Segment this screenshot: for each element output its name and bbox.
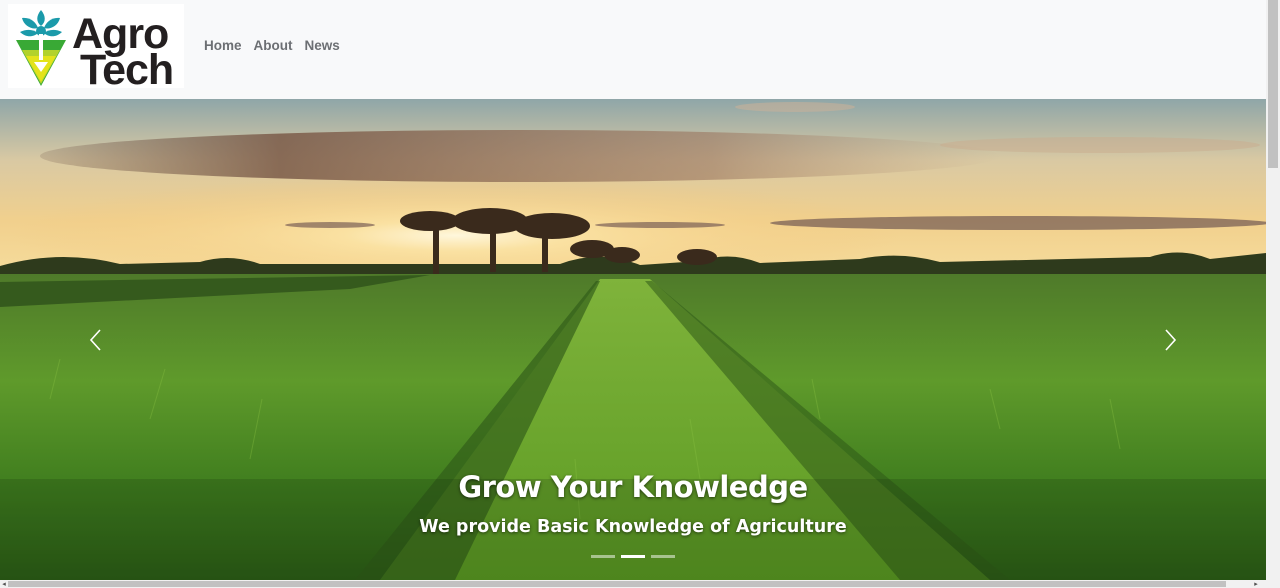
horizontal-scrollbar[interactable]: ◂ ▸ <box>0 580 1280 588</box>
navbar: Agro Tech Home About News <box>0 0 1266 99</box>
hero-carousel: Grow Your Knowledge We provide Basic Kno… <box>0 99 1266 580</box>
nav-about-link[interactable]: About <box>254 38 293 53</box>
chevron-left-icon <box>89 329 101 351</box>
scroll-right-arrow-icon[interactable]: ▸ <box>1252 580 1260 588</box>
slide-title: Grow Your Knowledge <box>458 470 808 504</box>
nav-home-link[interactable]: Home <box>204 38 242 53</box>
carousel-prev-button[interactable] <box>0 99 190 580</box>
main-nav: Home About News <box>204 38 340 53</box>
chevron-right-icon <box>1165 329 1177 351</box>
carousel-indicator[interactable] <box>591 555 615 558</box>
carousel-next-button[interactable] <box>1076 99 1266 580</box>
vertical-scrollbar-thumb[interactable] <box>1268 0 1278 168</box>
nav-news-link[interactable]: News <box>305 38 340 53</box>
scroll-left-arrow-icon[interactable]: ◂ <box>0 580 8 588</box>
carousel-indicator-active[interactable] <box>621 555 645 558</box>
plant-emblem-icon <box>16 10 66 86</box>
carousel-indicator[interactable] <box>651 555 675 558</box>
brand-name-line2: Tech <box>80 46 173 88</box>
carousel-indicators <box>591 555 675 558</box>
horizontal-scrollbar-thumb[interactable] <box>8 581 1226 587</box>
slide-text: We provide Basic Knowledge of Agricultur… <box>419 517 847 537</box>
brand-logo-link[interactable]: Agro Tech <box>8 4 184 88</box>
vertical-scrollbar[interactable] <box>1266 0 1280 580</box>
agrotech-logo: Agro Tech <box>16 10 174 88</box>
